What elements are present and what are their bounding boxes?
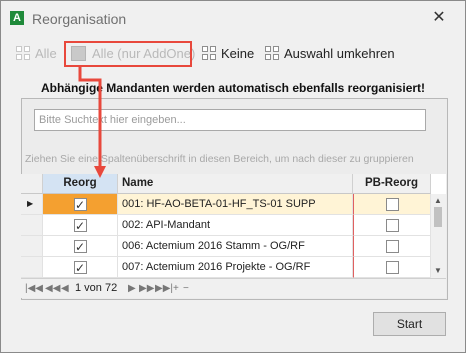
annotation-arrow xyxy=(78,67,106,178)
